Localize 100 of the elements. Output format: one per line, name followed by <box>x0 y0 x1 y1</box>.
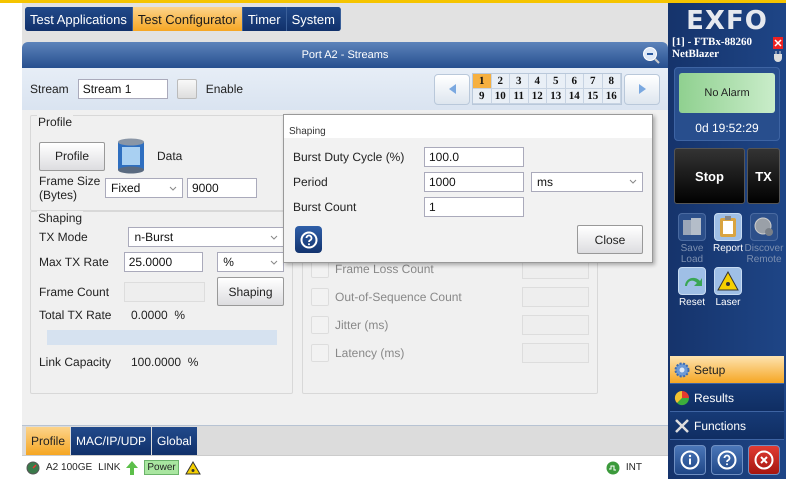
nav-tab[interactable]: Test Configurator <box>132 7 243 31</box>
tool-button[interactable]: Report <box>710 213 746 265</box>
tx-mode-select[interactable]: n-Burst <box>128 227 284 247</box>
rate-unit-select[interactable]: % <box>217 252 284 272</box>
database-icon <box>117 138 145 174</box>
help-icon <box>717 450 737 470</box>
pie-chart-icon <box>674 390 690 406</box>
close-button[interactable]: Close <box>577 225 643 254</box>
nav-tab[interactable]: Test Applications <box>25 7 133 31</box>
chevron-icon <box>270 234 278 240</box>
device-model: NetBlazer <box>672 48 720 60</box>
exit-button[interactable] <box>748 445 780 475</box>
frame-count-label: Frame Count <box>39 284 110 298</box>
nav-tab[interactable]: System <box>286 7 341 31</box>
previous-button[interactable] <box>434 74 470 104</box>
nav-item[interactable]: Setup <box>670 356 784 384</box>
nav-item[interactable]: Functions <box>670 412 784 440</box>
nav-item[interactable]: Results <box>670 384 784 412</box>
dialog-title: Shaping <box>289 126 326 137</box>
profile-type: Data <box>157 149 182 163</box>
elapsed-time: 0d 19:52:29 <box>695 121 759 135</box>
right-arrow-icon <box>638 84 646 94</box>
nav-tab[interactable]: Timer <box>242 7 287 31</box>
close-icon <box>754 450 774 470</box>
unit-select[interactable]: ms <box>531 172 643 192</box>
link-capacity-label: Link Capacity <box>39 355 112 369</box>
dialog-field[interactable]: 100.0 <box>424 146 524 166</box>
dialog-field-label: Burst Duty Cycle (%) <box>293 150 406 164</box>
stream-number[interactable]: 16 <box>602 89 621 104</box>
clipboard-icon <box>719 216 737 238</box>
device-name: [1] - FTBx-88260 <box>672 36 752 48</box>
link-status: LINK <box>98 462 120 473</box>
section-tab[interactable]: MAC/IP/UDP <box>71 427 152 455</box>
metric-label: Jitter (ms) <box>335 318 390 332</box>
group-legend: Profile <box>37 115 74 129</box>
frame-size-select[interactable]: Fixed <box>105 178 183 198</box>
stream-number[interactable]: 14 <box>566 89 584 104</box>
stream-number[interactable]: 12 <box>528 89 547 104</box>
metric-label: Frame Loss Count <box>335 262 435 276</box>
gauge-icon <box>26 460 40 474</box>
shaping-button[interactable]: Shaping <box>217 277 284 306</box>
gear-icon <box>674 362 690 378</box>
max-rate-field[interactable]: 25.0000 <box>124 252 204 272</box>
tx-mode-label: TX Mode <box>39 230 89 244</box>
profile-button[interactable]: Profile <box>39 142 105 170</box>
help-button[interactable] <box>295 226 322 253</box>
enable-checkbox[interactable] <box>176 79 197 99</box>
brand-logo: EXFO <box>685 6 769 36</box>
dialog-field[interactable]: 1 <box>424 196 524 216</box>
group-legend: Shaping <box>37 211 84 225</box>
section-tab[interactable]: Global <box>152 427 197 455</box>
panel-title: Port A2 - Streams <box>302 49 388 61</box>
metric-label: Out-of-Sequence Count <box>335 290 463 304</box>
max-rate-label: Max TX Rate <box>39 255 110 269</box>
stream-number[interactable]: 7 <box>584 74 602 89</box>
stream-label: Stream <box>30 82 69 96</box>
up-arrow-icon <box>126 460 138 474</box>
stream-number[interactable]: 3 <box>510 74 528 89</box>
clock-source-icon <box>606 460 620 474</box>
zoom-out-icon[interactable] <box>642 46 660 64</box>
enable-label: Enable <box>206 82 244 96</box>
laser-warning-icon <box>184 460 201 474</box>
stream-number[interactable]: 2 <box>492 74 510 89</box>
laser-warning-icon <box>717 271 739 291</box>
power-status: Power <box>144 460 179 475</box>
tx-button[interactable]: TX <box>747 148 780 204</box>
metric-label: Latency (ms) <box>335 346 406 360</box>
chevron-icon <box>270 260 278 264</box>
stream-name-field[interactable]: Stream 1 <box>78 79 168 99</box>
battery-plug-icon <box>772 36 784 62</box>
stream-number[interactable]: 11 <box>510 89 528 104</box>
stream-number[interactable]: 13 <box>547 89 566 104</box>
stream-number[interactable]: 15 <box>584 89 602 104</box>
section-tab[interactable]: Profile <box>26 427 70 455</box>
frame-size-label: Frame Size (Bytes) <box>39 174 101 202</box>
info-icon <box>680 450 700 470</box>
info-button[interactable] <box>674 445 706 475</box>
chevron-icon <box>169 186 177 190</box>
dialog-field[interactable]: 1000 <box>424 172 524 192</box>
stream-number[interactable]: 9 <box>473 89 492 104</box>
frame-size-field[interactable]: 9000 <box>187 178 257 198</box>
port-status: A2 100GE <box>46 462 92 473</box>
alarm-status: No Alarm <box>679 73 775 113</box>
help-icon <box>300 230 318 248</box>
stream-number[interactable]: 5 <box>547 74 566 89</box>
clock-source: INT <box>626 462 642 473</box>
total-rate-label: Total TX Rate <box>39 308 112 322</box>
stream-number[interactable]: 4 <box>528 74 547 89</box>
help-button[interactable] <box>711 445 743 475</box>
stream-number[interactable]: 1 <box>473 74 492 89</box>
stop-button[interactable]: Stop <box>674 148 745 204</box>
stream-number[interactable]: 10 <box>492 89 510 104</box>
stream-number[interactable]: 8 <box>602 74 621 89</box>
chevron-icon <box>629 179 637 184</box>
dialog-field-label: Period <box>293 174 329 188</box>
left-arrow-icon <box>448 84 456 94</box>
stream-number[interactable]: 6 <box>566 74 584 89</box>
next-button[interactable] <box>624 74 660 104</box>
link-capacity-value: 100.0000 % <box>131 355 198 369</box>
total-rate-value: 0.0000 % <box>131 308 186 322</box>
